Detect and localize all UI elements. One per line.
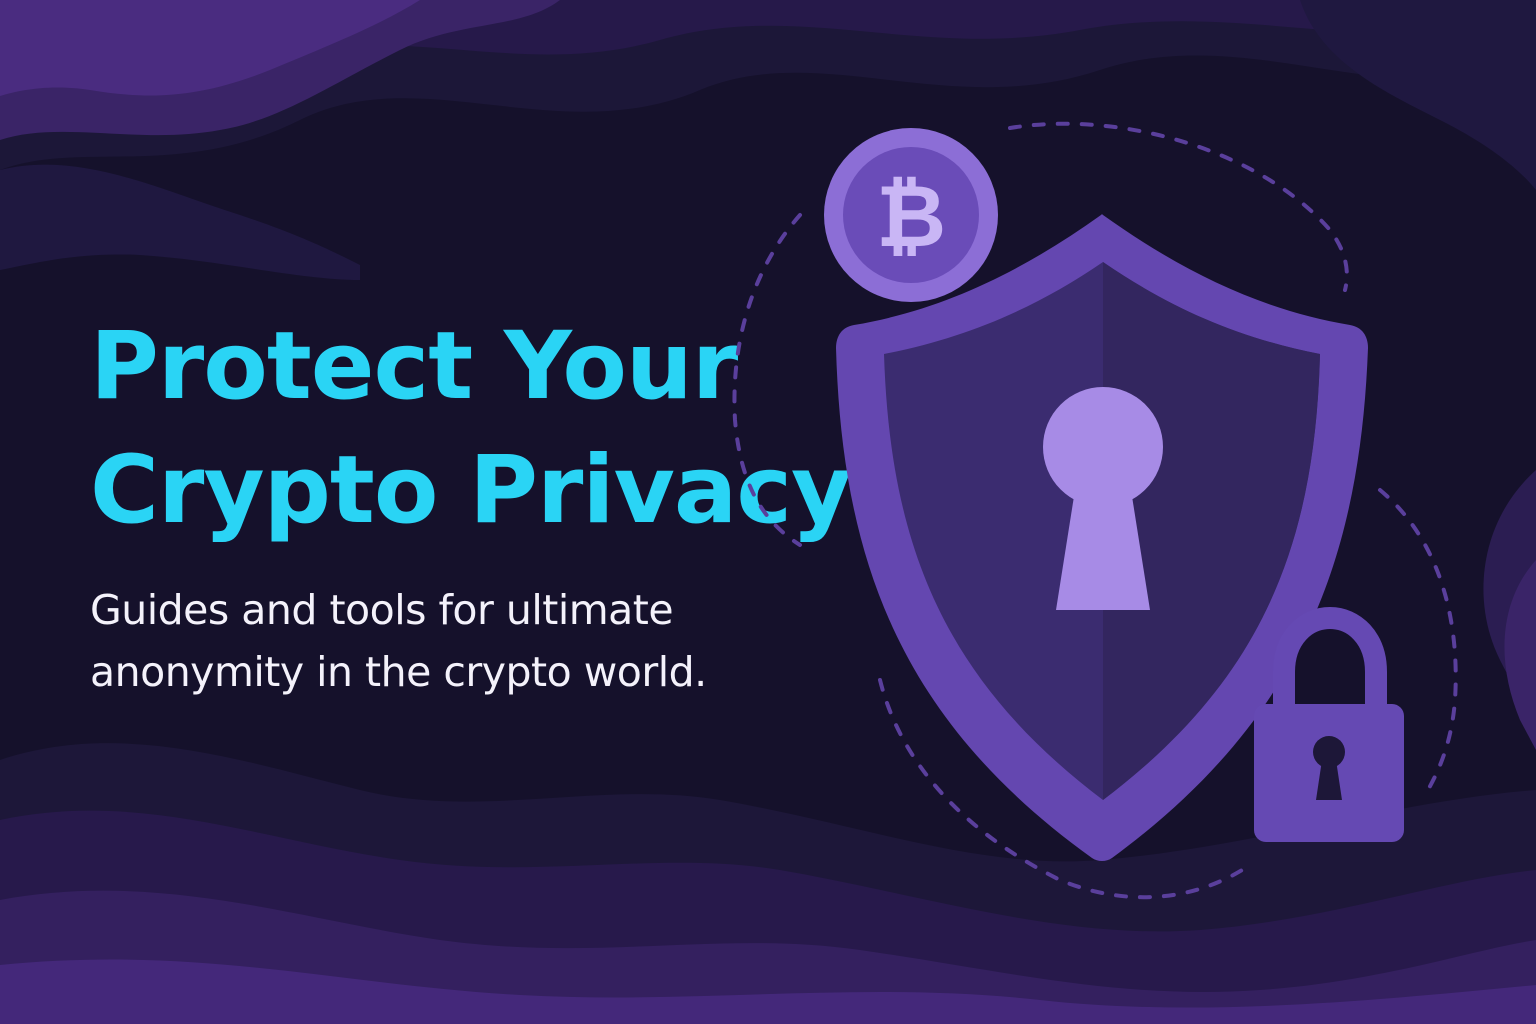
svg-text:₿: ₿ bbox=[876, 167, 946, 267]
hero-banner: Protect Your Crypto Privacy Guides and t… bbox=[0, 0, 1536, 1024]
privacy-illustration: ₿ bbox=[732, 121, 1458, 900]
bitcoin-coin-icon: ₿ bbox=[824, 128, 998, 302]
padlock-icon bbox=[1254, 606, 1404, 842]
